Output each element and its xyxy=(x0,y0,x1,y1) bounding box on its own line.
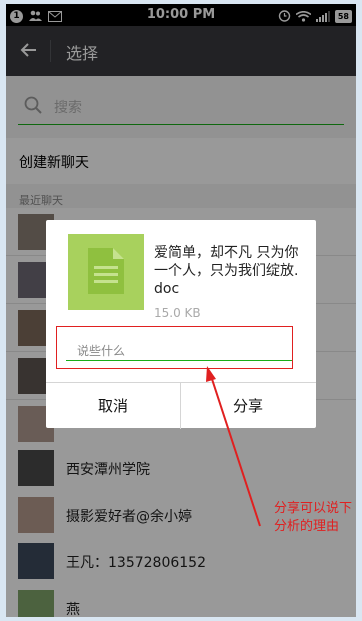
phone-screen: 1 10:00 PM 58 选择 搜索 创建新聊天 最近聊天 西安潭州学院 摄影… xyxy=(6,4,356,617)
annotation-note: 分享可以说下分析的理由 xyxy=(274,501,353,534)
